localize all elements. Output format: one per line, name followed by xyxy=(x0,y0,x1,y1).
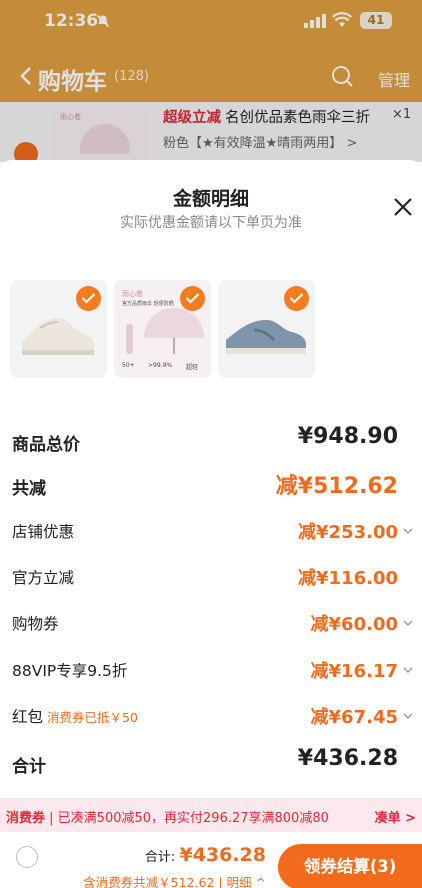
row-label-text: 红包 xyxy=(12,708,44,726)
row-value: ¥436.28 xyxy=(297,746,398,771)
row-value: 减¥60.00 xyxy=(310,614,398,635)
row-total-discount: 共减 减¥512.62 xyxy=(0,466,422,502)
row-red-packet[interactable]: 红包 消费券已抵￥50 减¥67.45 xyxy=(0,697,422,733)
row-official-discount: 官方立减 减¥116.00 xyxy=(0,558,422,594)
row-label: 合计 xyxy=(12,757,46,777)
product-thumbnails: 雨心巷 官方品质雨伞 轻便防晒 50+ >99.9% 超轻 xyxy=(0,280,422,378)
row-store-discount[interactable]: 店铺优惠 减¥253.00 xyxy=(0,512,422,548)
select-all-checkbox[interactable] xyxy=(16,846,38,868)
sheet-subtitle: 实际优惠金额请以下单页为准 xyxy=(120,215,302,231)
product-stat: 超轻 xyxy=(186,364,199,371)
row-goods-total: 商品总价 ¥948.90 xyxy=(0,422,422,458)
coupon-progress-text: 已凑满500减50，再实付296.27享满800减80 xyxy=(57,811,329,826)
row-label: 商品总价 xyxy=(12,435,80,455)
chevron-down-icon[interactable] xyxy=(403,620,413,626)
chevron-down-icon[interactable] xyxy=(403,528,413,534)
product-stat: 50+ xyxy=(122,362,135,369)
add-items-link[interactable]: 凑单 > xyxy=(375,807,416,826)
row-label: 店铺优惠 xyxy=(12,523,75,541)
footer-total: 合计: ¥436.28 xyxy=(145,844,266,866)
coupon-text: 消费券 | 已凑满500减50，再实付296.27享满800减80 xyxy=(6,811,329,826)
product-thumb-umbrella[interactable]: 雨心巷 官方品质雨伞 轻便防晒 50+ >99.9% 超轻 xyxy=(114,280,211,378)
row-value: 减¥512.62 xyxy=(275,474,398,499)
close-icon[interactable] xyxy=(392,196,414,218)
row-label: 购物券 xyxy=(12,615,59,633)
row-value: 减¥16.17 xyxy=(310,661,398,682)
row-88vip-discount[interactable]: 88VIP专享9.5折 减¥16.17 xyxy=(0,651,422,687)
row-label: 共减 xyxy=(12,479,46,499)
row-value: ¥948.90 xyxy=(297,424,398,449)
row-label: 88VIP专享9.5折 xyxy=(12,662,128,680)
row-tag: 消费券已抵￥50 xyxy=(47,710,138,725)
check-icon[interactable] xyxy=(180,286,205,311)
chevron-down-icon[interactable] xyxy=(403,713,413,719)
row-label: 官方立减 xyxy=(12,569,75,587)
total-label: 合计: xyxy=(144,850,176,865)
coupon-label: 消费券 xyxy=(6,811,46,826)
row-shopping-voucher[interactable]: 购物券 减¥60.00 xyxy=(0,604,422,640)
row-value: 减¥253.00 xyxy=(298,522,398,543)
checkout-footer: 合计: ¥436.28 含消费券共减￥512.62 | 明细 ^ 领券结算(3) xyxy=(0,832,422,888)
row-value: 减¥116.00 xyxy=(298,568,398,589)
chevron-down-icon[interactable] xyxy=(403,667,413,673)
check-icon[interactable] xyxy=(284,286,309,311)
discount-summary-toggle[interactable]: 含消费券共减￥512.62 | 明细 ^ xyxy=(83,872,266,888)
product-thumb-sneaker-blue[interactable] xyxy=(218,280,315,378)
coupon-bar[interactable]: 消费券 | 已凑满500减50，再实付296.27享满800减80 凑单 > xyxy=(0,798,422,832)
overlay-dim[interactable] xyxy=(0,0,422,162)
row-label: 红包 消费券已抵￥50 xyxy=(12,705,138,727)
sheet-title: 金额明细 xyxy=(172,188,249,210)
checkout-button[interactable]: 领券结算(3) xyxy=(278,844,422,888)
product-stat: >99.9% xyxy=(148,362,173,369)
amount-detail-sheet: 金额明细 实际优惠金额请以下单页为准 雨心巷 官方品质雨伞 轻便防晒 50+ >… xyxy=(0,160,422,888)
total-amount: ¥436.28 xyxy=(179,844,266,866)
row-grand-total: 合计 ¥436.28 xyxy=(0,744,422,780)
row-value: 减¥67.45 xyxy=(310,707,398,728)
check-icon[interactable] xyxy=(76,286,101,311)
product-thumb-sneaker-white[interactable] xyxy=(10,280,107,378)
